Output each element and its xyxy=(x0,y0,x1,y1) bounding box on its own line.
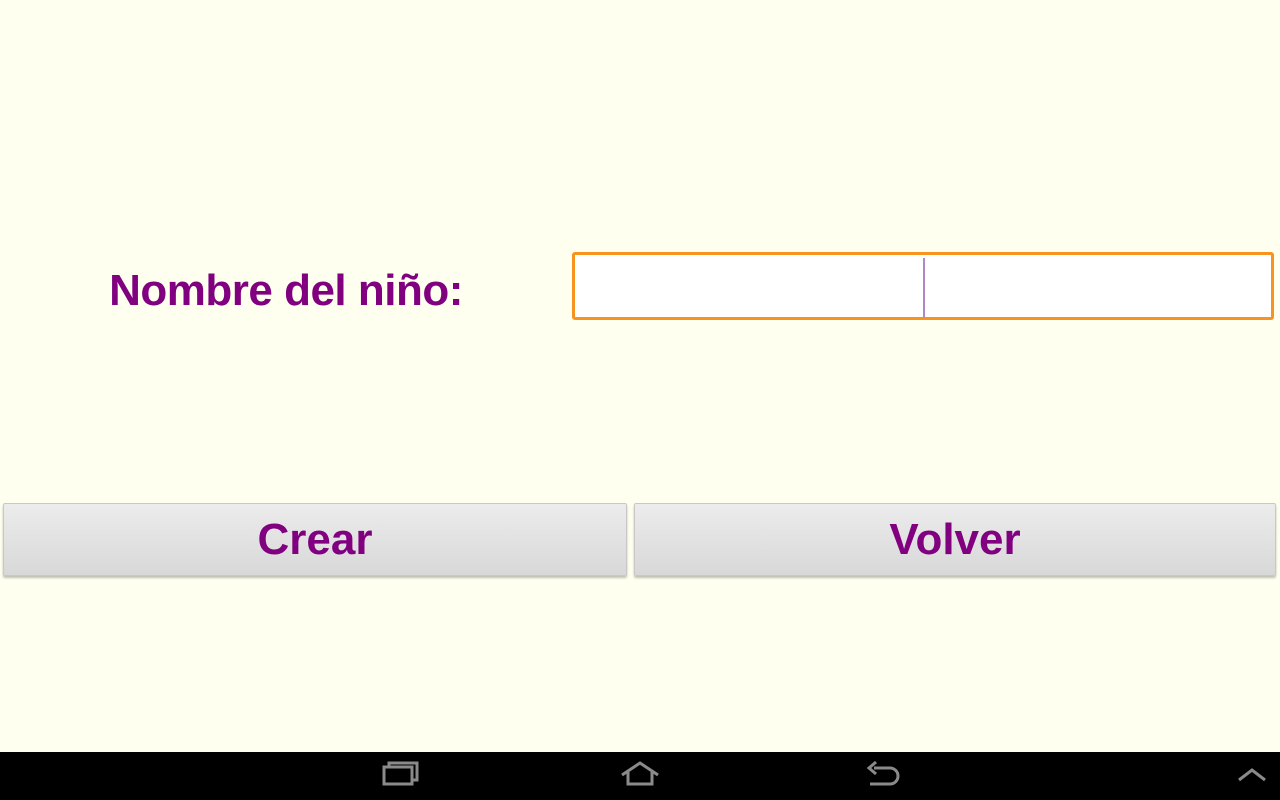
app-screen: Nombre del niño: Crear Volver xyxy=(0,0,1280,800)
recent-apps-button[interactable] xyxy=(372,760,428,792)
back-nav-button[interactable] xyxy=(854,760,910,792)
back-button[interactable]: Volver xyxy=(634,503,1276,576)
text-cursor xyxy=(923,258,925,318)
system-navigation-bar xyxy=(0,752,1280,800)
home-button[interactable] xyxy=(612,760,668,792)
back-icon xyxy=(862,760,902,793)
recent-apps-icon xyxy=(380,760,420,793)
show-more-button[interactable] xyxy=(1230,760,1274,792)
home-icon xyxy=(618,760,662,793)
create-button[interactable]: Crear xyxy=(3,503,627,576)
child-name-label: Nombre del niño: xyxy=(109,266,463,315)
chevron-up-icon xyxy=(1236,764,1268,789)
